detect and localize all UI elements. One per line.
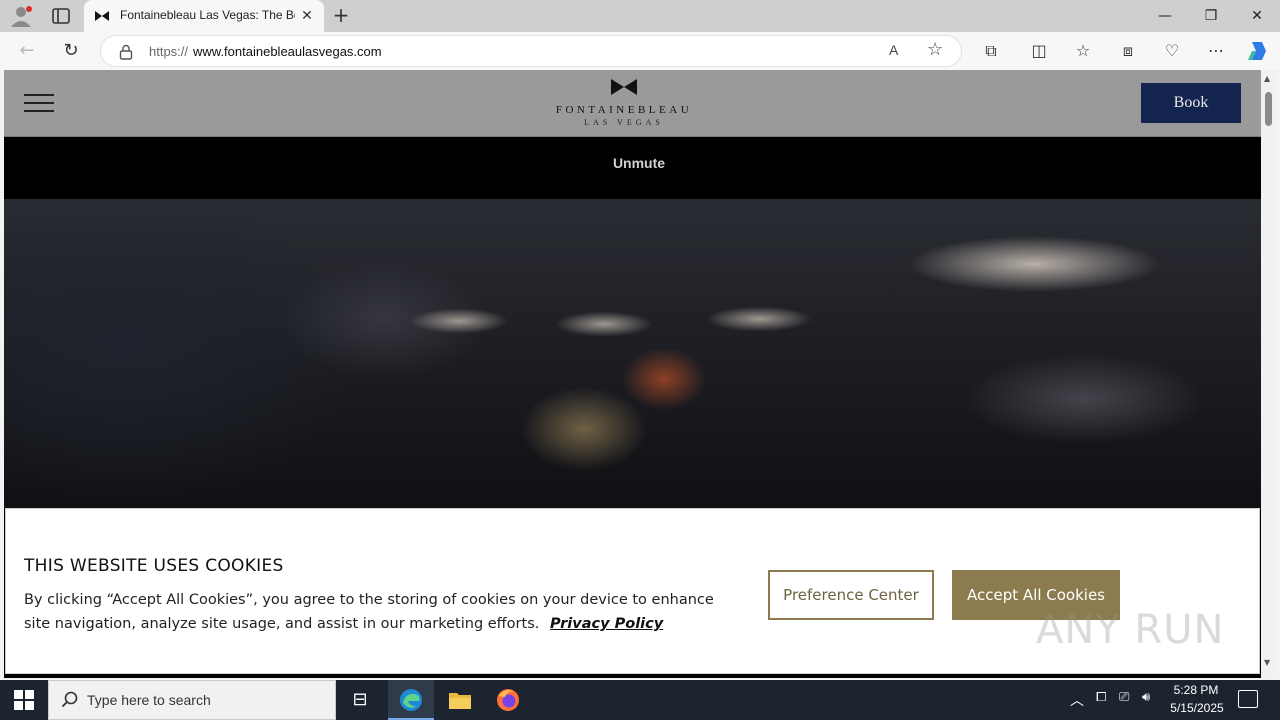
search-icon (61, 691, 78, 708)
scroll-up-icon[interactable]: ▲ (1264, 74, 1270, 83)
anyrun-watermark: ANY RUN (1036, 607, 1225, 653)
minimize-button[interactable]: — (1142, 0, 1188, 32)
favorite-star-icon[interactable]: ☆ (927, 39, 943, 60)
reload-icon[interactable]: ↻ (60, 40, 82, 62)
fontainebleau-logo[interactable]: FONTAINEBLEAU LAS VEGAS (544, 78, 704, 130)
close-window-button[interactable]: ✕ (1234, 0, 1280, 32)
windows-start-icon[interactable] (14, 690, 34, 710)
logo-name: FONTAINEBLEAU (555, 104, 693, 116)
book-button[interactable]: Book (1141, 83, 1241, 123)
new-tab-button[interactable]: + (330, 4, 352, 26)
lock-icon[interactable] (119, 44, 133, 60)
tab-close-icon[interactable]: ✕ (298, 7, 316, 25)
favorites-icon[interactable]: ☆ (1072, 40, 1094, 62)
scroll-down-icon[interactable]: ▼ (1264, 658, 1270, 667)
file-explorer-icon[interactable] (448, 689, 472, 711)
site-header: FONTAINEBLEAU LAS VEGAS Book (4, 70, 1261, 137)
copilot-icon[interactable] (1246, 40, 1270, 62)
edge-taskbar-button[interactable] (388, 680, 434, 720)
page-viewport: FONTAINEBLEAU LAS VEGAS Book Unmute THIS… (4, 70, 1261, 678)
extensions-icon[interactable]: ⧉ (980, 40, 1002, 62)
url-domain: www.fontainebleaulasvegas.com (193, 44, 382, 59)
clock-time[interactable]: 5:28 PM (1172, 683, 1220, 697)
edge-icon (400, 689, 422, 711)
firefox-icon[interactable] (496, 688, 520, 712)
meet-now-icon[interactable]: ⧠ (1096, 690, 1106, 705)
read-aloud-icon[interactable]: A (889, 42, 898, 58)
split-screen-icon[interactable]: ◫ (1028, 40, 1050, 62)
cookie-banner: THIS WEBSITE USES COOKIES By clicking “A… (5, 508, 1260, 674)
unmute-button[interactable]: Unmute (594, 155, 684, 171)
search-placeholder: Type here to search (87, 692, 211, 708)
scroll-thumb[interactable] (1265, 92, 1272, 126)
more-options-icon[interactable]: ⋯ (1205, 40, 1227, 62)
tab-actions-icon[interactable] (50, 6, 72, 26)
address-bar[interactable]: https:// www.fontainebleaulasvegas.com A… (100, 35, 962, 67)
bowtie-logo-icon (611, 79, 637, 95)
page-scrollbar[interactable]: ▲ ▼ (1261, 70, 1276, 678)
privacy-policy-link[interactable]: Privacy Policy (550, 616, 663, 632)
video-controls-bar: Unmute (4, 137, 1261, 199)
logo-subtitle: LAS VEGAS (584, 118, 664, 127)
browser-toolbar: ← ↻ https:// www.fontainebleaulasvegas.c… (0, 32, 1280, 70)
fontainebleau-favicon-icon (95, 11, 109, 21)
volume-icon[interactable]: 🔊︎ (1142, 690, 1150, 705)
windows-taskbar: Type here to search ⊟ ︿ ⧠ ⎚ 🔊︎ 5:28 PM 5… (0, 680, 1280, 720)
hero-video (4, 199, 1261, 509)
preference-center-button[interactable]: Preference Center (768, 570, 934, 620)
active-tab[interactable]: Fontainebleau Las Vegas: The Best ✕ (84, 0, 324, 32)
taskbar-search-box[interactable]: Type here to search (48, 680, 336, 720)
browser-tab-strip: Fontainebleau Las Vegas: The Best ✕ + — … (0, 0, 1280, 32)
tab-title: Fontainebleau Las Vegas: The Best (120, 8, 295, 22)
url-scheme: https:// (149, 44, 189, 59)
clock-date[interactable]: 5/15/2025 (1166, 701, 1228, 715)
restore-button[interactable]: ❐ (1188, 0, 1234, 32)
cookie-title: THIS WEBSITE USES COOKIES (24, 556, 284, 576)
profile-icon[interactable] (8, 5, 34, 27)
menu-icon[interactable] (24, 94, 54, 114)
browser-essentials-icon[interactable]: ♡ (1161, 40, 1183, 62)
collections-icon[interactable]: ⧈ (1117, 40, 1139, 62)
network-icon[interactable]: ⎚ (1119, 690, 1129, 705)
task-view-icon[interactable]: ⊟ (348, 688, 372, 712)
notifications-icon[interactable] (1238, 690, 1258, 708)
back-icon[interactable]: ← (16, 40, 38, 62)
cookie-text: By clicking “Accept All Cookies”, you ag… (24, 588, 744, 636)
tray-overflow-icon[interactable]: ︿ (1070, 690, 1084, 710)
